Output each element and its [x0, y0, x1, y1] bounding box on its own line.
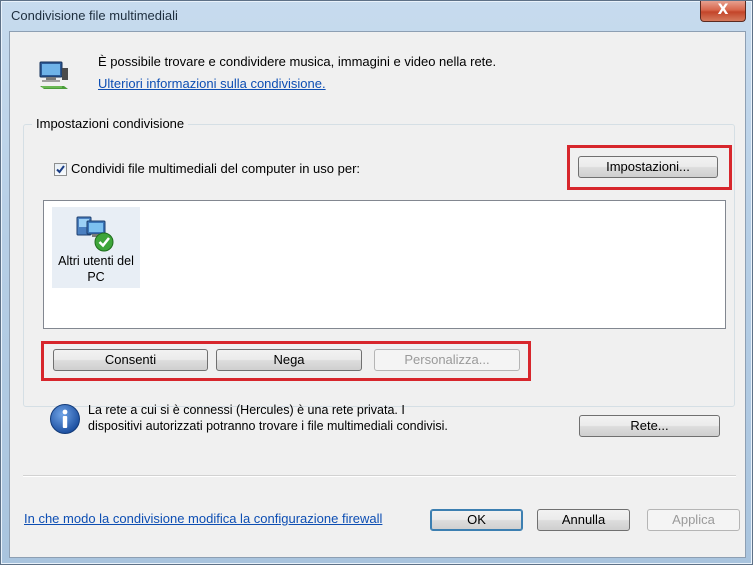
share-media-checkbox-label[interactable]: Condividi file multimediali del computer…: [71, 161, 360, 176]
checkmark-icon: [56, 165, 65, 174]
media-sharing-icon: [39, 61, 68, 89]
allow-button[interactable]: Consenti: [53, 349, 208, 371]
apply-button[interactable]: Applica: [647, 509, 740, 531]
more-info-link[interactable]: Ulteriori informazioni sulla condivision…: [98, 76, 326, 91]
separator: [23, 475, 736, 477]
network-info-text: La rete a cui si è connessi (Hercules) è…: [88, 403, 448, 433]
title-bar[interactable]: Condivisione file multimediali X: [1, 1, 752, 31]
dialog-window: Condivisione file multimediali X È possi…: [0, 0, 753, 565]
firewall-link[interactable]: In che modo la condivisione modifica la …: [24, 511, 382, 526]
window-title: Condivisione file multimediali: [11, 8, 178, 23]
dialog-client-area: È possibile trovare e condividere musica…: [9, 31, 746, 558]
list-item[interactable]: Altri utenti del PC: [52, 207, 140, 288]
settings-button[interactable]: Impostazioni...: [578, 156, 718, 178]
close-button[interactable]: X: [700, 1, 746, 22]
ok-button[interactable]: OK: [430, 509, 523, 531]
share-media-checkbox[interactable]: [54, 163, 67, 176]
device-list[interactable]: Altri utenti del PC: [43, 200, 726, 329]
header-description: È possibile trovare e condividere musica…: [98, 54, 497, 69]
network-computers-check-icon: [76, 216, 114, 252]
customize-button[interactable]: Personalizza...: [374, 349, 520, 371]
cancel-button[interactable]: Annulla: [537, 509, 630, 531]
network-button[interactable]: Rete...: [579, 415, 720, 437]
device-label: Altri utenti del PC: [58, 254, 134, 284]
info-icon: [50, 404, 80, 434]
deny-button[interactable]: Nega: [216, 349, 362, 371]
sharing-settings-label: Impostazioni condivisione: [32, 116, 189, 131]
